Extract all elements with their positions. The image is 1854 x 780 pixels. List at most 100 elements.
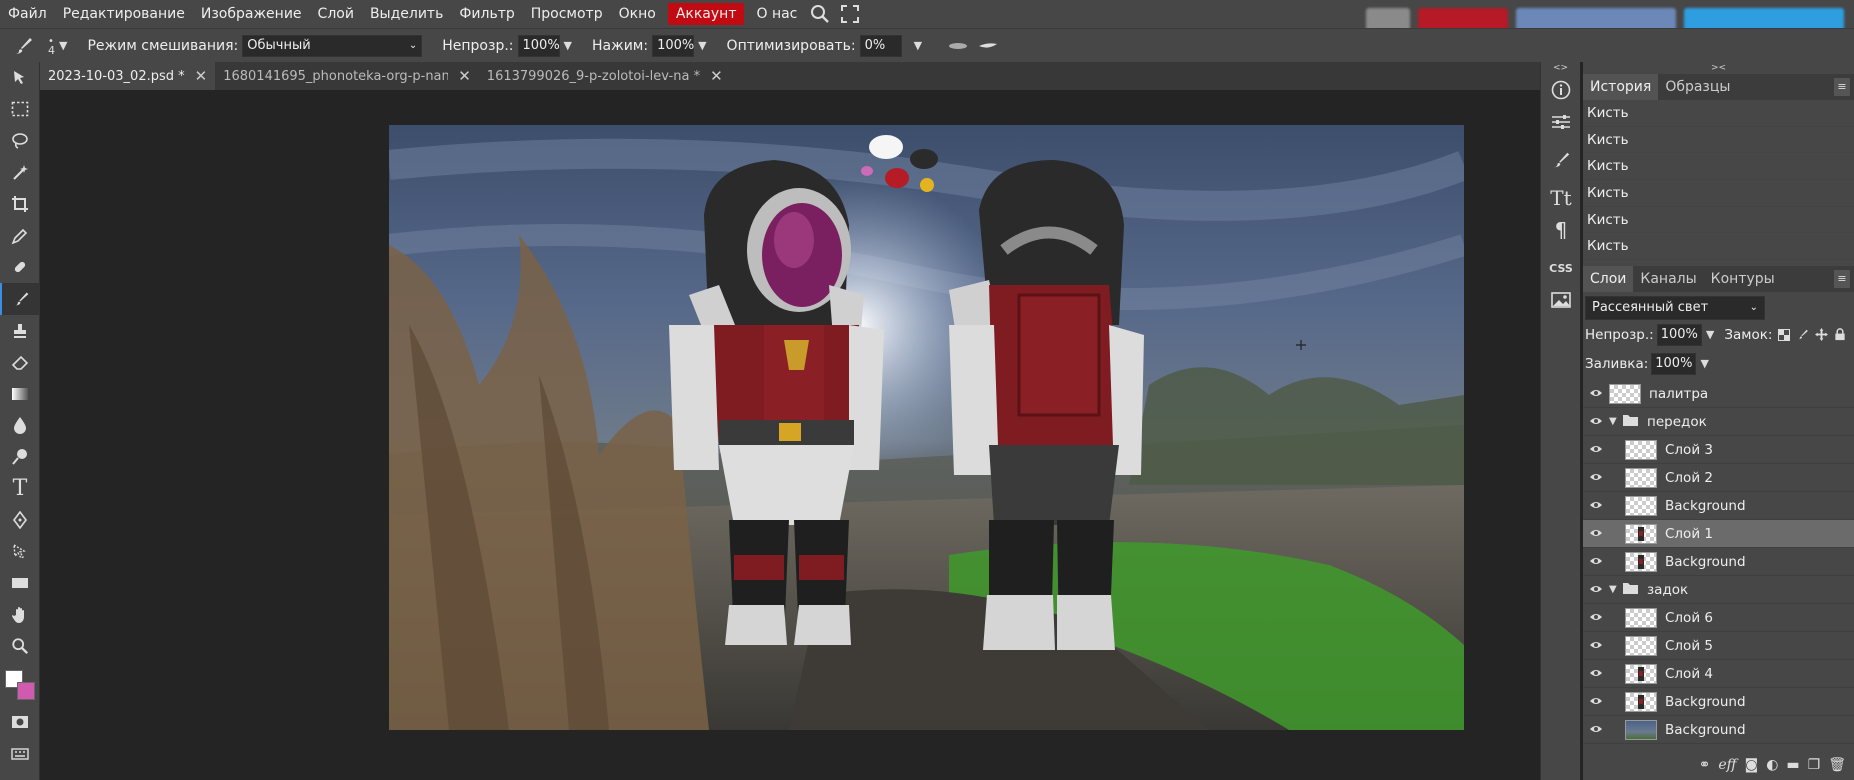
lock-all-icon[interactable]	[1834, 328, 1846, 341]
adjustments-icon[interactable]	[1541, 106, 1581, 138]
fullscreen-icon[interactable]	[835, 0, 865, 28]
layer-row[interactable]: Background	[1583, 716, 1854, 744]
history-item[interactable]: Кисть	[1583, 126, 1854, 154]
crop-tool-icon[interactable]	[0, 188, 40, 220]
eye-visibility-icon[interactable]	[1583, 527, 1609, 541]
layer-row[interactable]: Слой 2	[1583, 464, 1854, 492]
eyedropper-tool-icon[interactable]	[0, 220, 40, 252]
delete-layer-icon[interactable]: 🗑	[1828, 757, 1846, 773]
eye-visibility-icon[interactable]	[1583, 387, 1609, 401]
menu-layer[interactable]: Слой	[310, 3, 362, 25]
lock-position-icon[interactable]	[1815, 328, 1829, 342]
close-icon[interactable]: ✕	[710, 67, 723, 85]
opacity-input[interactable]: 100%	[517, 34, 560, 57]
dodge-tool-icon[interactable]	[0, 441, 40, 473]
eye-visibility-icon[interactable]	[1583, 611, 1609, 625]
new-group-icon[interactable]: ▬	[1786, 757, 1799, 773]
background-color-swatch[interactable]	[17, 682, 35, 700]
info-icon[interactable]	[1541, 74, 1581, 106]
chevron-down-icon[interactable]: ▼	[1609, 584, 1623, 595]
eye-visibility-icon[interactable]	[1583, 499, 1609, 513]
eye-visibility-icon[interactable]	[1583, 723, 1609, 737]
image-icon[interactable]	[1541, 284, 1581, 316]
menu-file[interactable]: Файл	[0, 3, 55, 25]
stamp-tool-icon[interactable]	[0, 315, 40, 347]
close-icon[interactable]: ✕	[195, 67, 208, 85]
history-item[interactable]: Кисть	[1583, 233, 1854, 261]
eye-visibility-icon[interactable]	[1583, 667, 1609, 681]
tab-history[interactable]: История	[1583, 74, 1659, 100]
adjustment-layer-icon[interactable]: ◐	[1766, 757, 1778, 773]
hand-tool-icon[interactable]	[0, 599, 40, 631]
menu-account[interactable]: Аккаунт	[667, 3, 745, 25]
gradient-tool-icon[interactable]	[0, 378, 40, 410]
layer-row[interactable]: Background	[1583, 688, 1854, 716]
lasso-tool-icon[interactable]	[0, 125, 40, 157]
layer-row[interactable]: Слой 1	[1583, 520, 1854, 548]
brush-settings-icon[interactable]	[1541, 144, 1581, 176]
history-item[interactable]: Кисть	[1583, 180, 1854, 207]
lock-pixels-icon[interactable]	[1796, 328, 1809, 341]
expand-arrows-icon[interactable]: ><	[1583, 62, 1854, 74]
blend-mode-select[interactable]: Обычный ⌄	[242, 34, 423, 57]
document-tab[interactable]: 1680141695_phonoteka-org-p-nanoc ✕	[215, 62, 479, 90]
brush-tool-icon[interactable]	[8, 31, 38, 61]
zoom-tool-icon[interactable]	[0, 631, 40, 663]
history-item[interactable]: Кисть	[1583, 206, 1854, 234]
quick-mask-icon[interactable]	[0, 706, 40, 738]
layer-row[interactable]: Background	[1583, 492, 1854, 520]
css-icon[interactable]: CSS	[1541, 252, 1581, 284]
canvas-workspace[interactable]	[40, 90, 1540, 780]
new-layer-icon[interactable]: ❐	[1808, 757, 1821, 773]
eye-visibility-icon[interactable]	[1583, 555, 1609, 569]
layer-opacity-input[interactable]: 100%	[1656, 323, 1702, 346]
layer-group-row[interactable]: ▼ задок	[1583, 576, 1854, 604]
fill-input[interactable]: 100%	[1651, 352, 1697, 375]
menu-select[interactable]: Выделить	[362, 3, 451, 25]
menu-filter[interactable]: Фильтр	[451, 3, 522, 25]
image-canvas[interactable]	[389, 125, 1464, 730]
healing-tool-icon[interactable]	[0, 252, 40, 284]
menu-edit[interactable]: Редактирование	[55, 3, 193, 25]
eye-visibility-icon[interactable]	[1583, 471, 1609, 485]
pressure-dropdown-icon[interactable]: ▼	[698, 39, 706, 52]
history-item[interactable]: Кисть	[1583, 100, 1854, 127]
tab-swatches[interactable]: Образцы	[1658, 74, 1737, 100]
character-icon[interactable]: Tt	[1541, 182, 1581, 214]
magic-wand-tool-icon[interactable]	[0, 157, 40, 189]
eye-visibility-icon[interactable]	[1583, 639, 1609, 653]
eye-visibility-icon[interactable]	[1583, 583, 1609, 597]
layer-row[interactable]: Слой 3	[1583, 436, 1854, 464]
document-tab[interactable]: 1613799026_9-p-zolotoi-lev-na * ✕	[479, 62, 731, 90]
document-tab[interactable]: 2023-10-03_02.psd * ✕	[40, 62, 216, 90]
chevron-down-icon[interactable]: ▼	[1609, 416, 1623, 427]
layer-row[interactable]: палитра	[1583, 380, 1854, 408]
brush-size-picker[interactable]: • 4 ▼	[48, 36, 67, 56]
panel-menu-icon[interactable]: ≡	[1834, 270, 1850, 289]
opacity-dropdown-icon[interactable]: ▼	[564, 39, 572, 52]
layer-group-row[interactable]: ▼ передок	[1583, 408, 1854, 436]
lock-transparency-icon[interactable]	[1778, 328, 1791, 341]
layer-blend-mode-select[interactable]: Рассеянный свет ⌄	[1585, 296, 1765, 321]
search-icon[interactable]	[805, 0, 835, 28]
layer-row[interactable]: Слой 5	[1583, 632, 1854, 660]
menu-view[interactable]: Просмотр	[523, 3, 611, 25]
layer-row[interactable]: Слой 4	[1583, 660, 1854, 688]
path-select-tool-icon[interactable]	[0, 536, 40, 568]
tab-channels[interactable]: Каналы	[1633, 266, 1703, 292]
pressure-input[interactable]: 100%	[652, 34, 694, 57]
menu-window[interactable]: Окно	[611, 3, 664, 25]
text-tool-icon[interactable]: T	[0, 473, 40, 505]
tab-layers[interactable]: Слои	[1583, 266, 1634, 293]
paragraph-icon[interactable]: ¶	[1541, 214, 1581, 246]
eye-visibility-icon[interactable]	[1583, 415, 1609, 429]
pen-tool-icon[interactable]	[0, 504, 40, 536]
optimize-input[interactable]: 0%	[859, 34, 902, 57]
panel-menu-icon[interactable]: ≡	[1834, 78, 1850, 96]
eraser-tool-icon[interactable]	[0, 346, 40, 378]
fill-dropdown-icon[interactable]: ▼	[1700, 357, 1708, 370]
close-icon[interactable]: ✕	[458, 67, 471, 85]
hard-brush-icon[interactable]	[978, 42, 998, 50]
move-tool-icon[interactable]	[0, 62, 40, 94]
layer-mask-icon[interactable]: ◙	[1745, 757, 1759, 773]
